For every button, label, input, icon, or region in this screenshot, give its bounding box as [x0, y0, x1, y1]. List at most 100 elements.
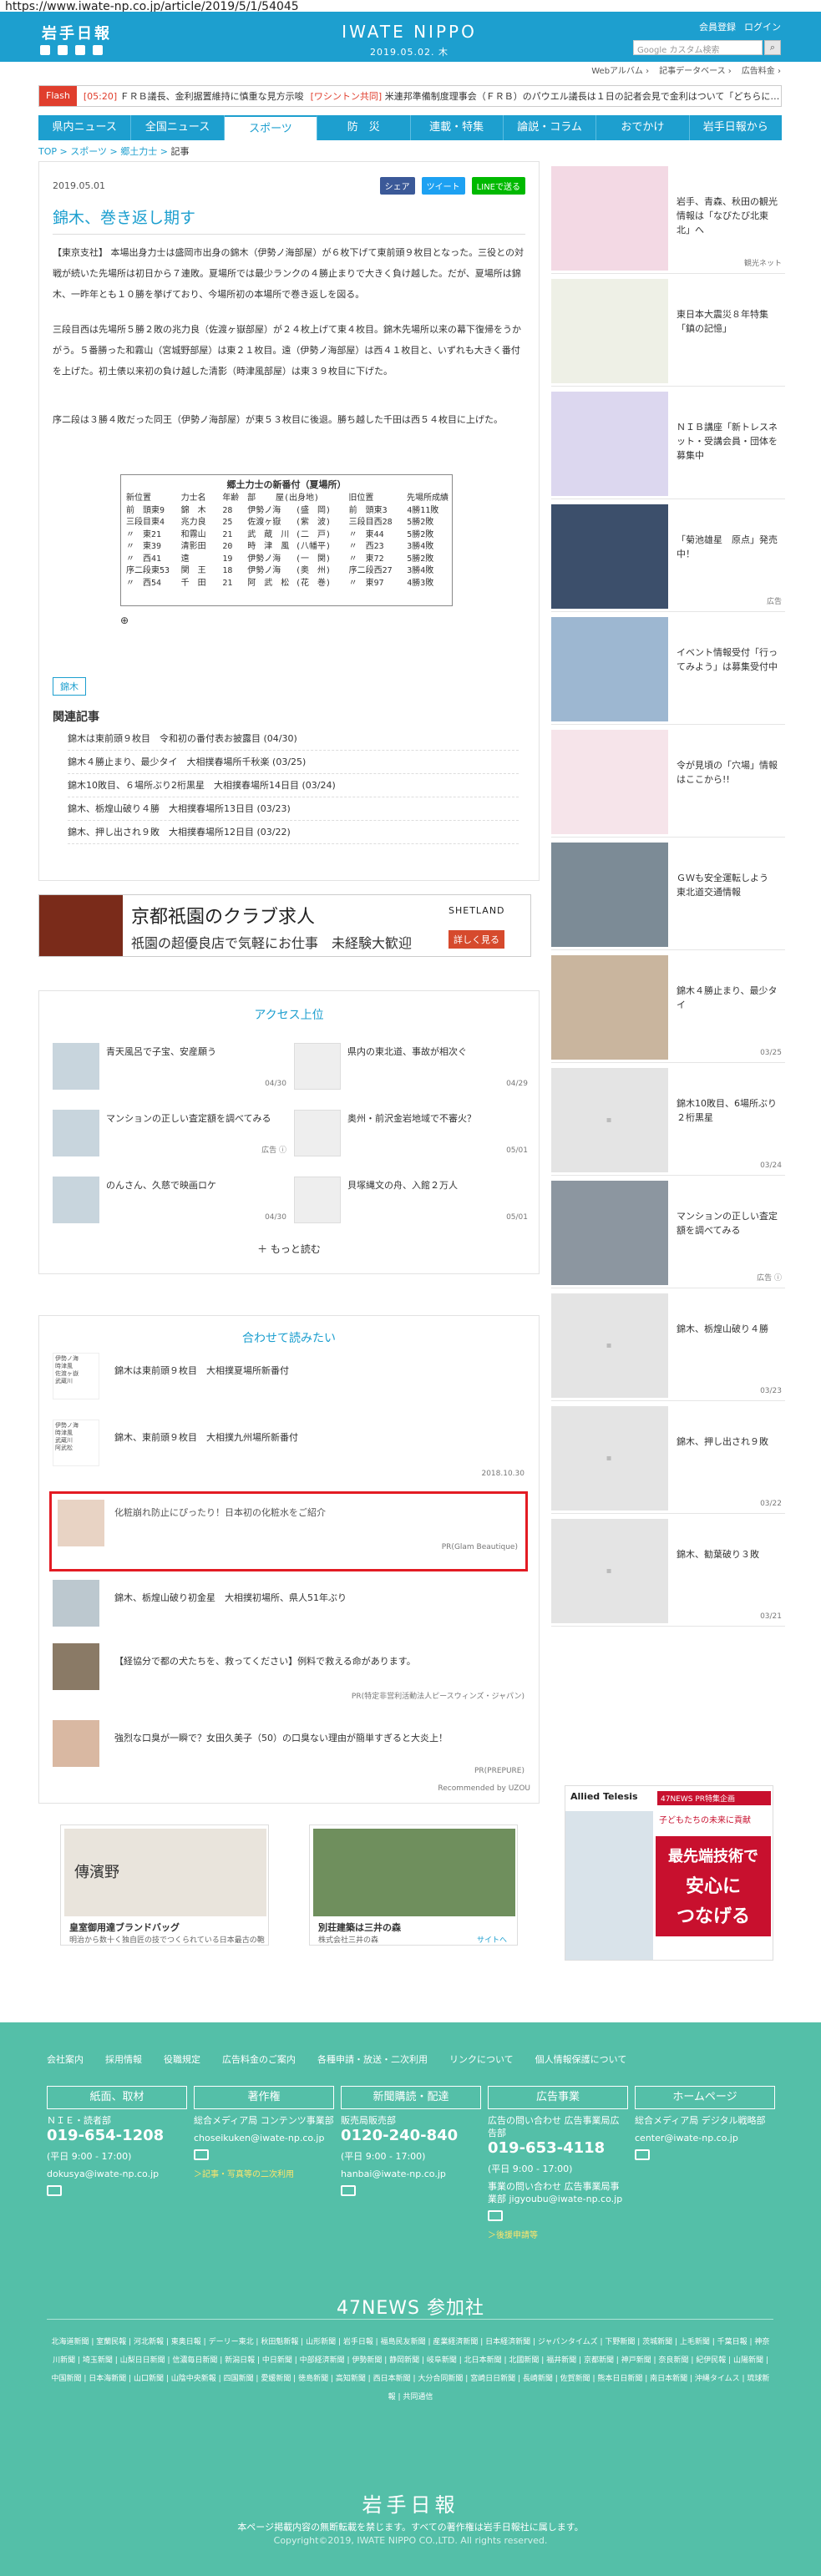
- related-link[interactable]: 錦木、押し出され９敗 大相撲春場所12日目 (03/22): [68, 821, 519, 844]
- footer-sublink[interactable]: ＞後援申請等: [488, 2228, 628, 2240]
- more-button[interactable]: ＋ もっと読む: [39, 1242, 539, 1256]
- sidebar-item[interactable]: イベント情報受付「行ってみよう」は募集受付中: [551, 612, 785, 725]
- related-link[interactable]: 錦木４勝止まり、最少タイ 大相撲春場所千秋楽 (03/25): [68, 751, 519, 774]
- sidebar-item[interactable]: ＧＷも安全運転しよう 東北道交通情報: [551, 838, 785, 950]
- banzuke-table: 郷土力士の新番付（夏場所） 新位置 力士名 年齢 部 屋(出身地) 旧位置 先場…: [120, 474, 453, 606]
- footer-phone[interactable]: 019-653-4118: [488, 2139, 628, 2158]
- access-item[interactable]: のんさん、久慈で映画ロケ 04/30: [53, 1172, 286, 1223]
- sidebar-item[interactable]: ▪ 錦木、栃煌山破り４勝 03/23: [551, 1288, 785, 1401]
- sidebar-item[interactable]: マンションの正しい査定額を調べてみる 広告 ⓘ: [551, 1176, 785, 1288]
- sidebar-item[interactable]: ＮＩＢ講座「新トレスネット・受講会員・団体を募集中: [551, 387, 785, 499]
- footer-link[interactable]: 会社案内: [47, 2052, 84, 2066]
- search-input[interactable]: Google カスタム検索: [633, 40, 763, 55]
- nav-item-national[interactable]: 全国ニュース: [131, 115, 225, 140]
- ad-card[interactable]: 別荘建築は三井の森 株式会社三井の森 サイトへ: [309, 1824, 518, 1946]
- nav-item-series[interactable]: 連載・特集: [411, 115, 504, 140]
- nav-item-outing[interactable]: おでかけ: [596, 115, 690, 140]
- sidebar-item[interactable]: 岩手、青森、秋田の観光情報は「なびたび北東北」へ 観光ネット: [551, 161, 785, 274]
- sidebar-item[interactable]: 錦木４勝止まり、最少タイ 03/25: [551, 950, 785, 1063]
- article-db-link[interactable]: 記事データベース ›: [659, 63, 732, 76]
- recommend-item[interactable]: 伊勢ノ海 時津風 武蔵川 阿武松 錦木、東前頭９枚目 大相撲九州場所新番付 2018.10…: [53, 1420, 525, 1478]
- ad-site-link[interactable]: サイトへ: [477, 1934, 507, 1945]
- nav-item-disaster[interactable]: 防 災: [317, 115, 411, 140]
- footer-link[interactable]: 採用情報: [105, 2052, 142, 2066]
- logo-en[interactable]: IWATE NIPPO: [326, 22, 493, 42]
- breadcrumb-sports[interactable]: スポーツ: [70, 146, 107, 157]
- sidebar-item[interactable]: 東日本大震災８年特集「鎮の記憶」: [551, 274, 785, 387]
- recommend-item[interactable]: 【経協分で都の犬たちを、救ってください】例料で救える命があります。 PR(特定非営…: [53, 1643, 525, 1707]
- footer-phone[interactable]: 0120-240-840: [341, 2127, 481, 2145]
- tweet-button[interactable]: ツイート: [421, 177, 465, 195]
- related-link[interactable]: 錦木、栃煌山破り４勝 大相撲春場所13日目 (03/23): [68, 797, 519, 821]
- login-link[interactable]: ログイン: [744, 20, 781, 33]
- footer-email[interactable]: center@iwate-np.co.jp: [635, 2132, 775, 2144]
- facebook-icon[interactable]: [58, 45, 68, 55]
- recommend-ad-highlighted[interactable]: 化粧崩れ防止にぴったり！日本初の化粧水をご紹介 PR(Glam Beautique…: [49, 1491, 528, 1571]
- footer-link[interactable]: 役職規定: [164, 2052, 200, 2066]
- line-share-button[interactable]: LINEで送る: [471, 177, 525, 195]
- access-item[interactable]: 奥州・前沢金岩地域で不審火？ 05/01: [294, 1105, 528, 1156]
- search-icon[interactable]: ⌕: [764, 40, 781, 55]
- recommend-item[interactable]: 錦木、栃煌山破り初金星 大相撲初場所、県人51年ぶり: [53, 1580, 525, 1630]
- breadcrumb-category[interactable]: 郷土力士: [120, 146, 157, 157]
- footer-link[interactable]: 個人情報保護について: [535, 2052, 627, 2066]
- flash-ticker[interactable]: Flash [05:20] ＦＲＢ議長、金利据置維持に慎重な見方示唆 [ワシント…: [38, 85, 782, 107]
- mail-icon[interactable]: [488, 2210, 503, 2221]
- sidebar-item[interactable]: ▪ 錦木10敗目、6場所ぶり２桁黒星 03/24: [551, 1063, 785, 1176]
- footer-email[interactable]: dokusya@iwate-np.co.jp: [47, 2168, 187, 2180]
- recommend-item[interactable]: 強烈な口臭が一瞬で？女田久美子（50）の口臭ない理由が簡単すぎると大炎上！ PR(…: [53, 1720, 525, 1779]
- footer-link[interactable]: リンクについて: [449, 2052, 514, 2066]
- member-papers[interactable]: 北海道新聞 | 室蘭民報 | 河北新報 | 東奥日報 | デーリー東北 | 秋田…: [50, 2333, 771, 2406]
- nav-item-sports[interactable]: スポーツ: [224, 115, 318, 140]
- mail-icon[interactable]: [341, 2185, 356, 2196]
- mail-icon[interactable]: [47, 2185, 62, 2196]
- footer-notice: 本ページ掲載内容の無断転載を禁じます。すべての著作権は岩手日報社に属します。: [237, 2522, 584, 2533]
- ad-banner[interactable]: 京都祇園のクラブ求人 祇園の超優良店で気軽にお仕事 未経験大歓迎 SHETLAN…: [38, 894, 531, 957]
- access-item[interactable]: 県内の東北道、事故が相次ぐ 04/29: [294, 1038, 528, 1090]
- instagram-icon[interactable]: [93, 45, 103, 55]
- related-link[interactable]: 錦木10敗目、６場所ぶり2桁黒星 大相撲春場所14日目 (03/24): [68, 774, 519, 797]
- footer-link[interactable]: 各種申請・放送・二次利用: [317, 2052, 428, 2066]
- member-register-link[interactable]: 会員登録: [699, 20, 736, 33]
- footer-link[interactable]: 広告料金のご案内: [222, 2052, 296, 2066]
- related-link[interactable]: 錦木は東前頭９枚目 令和初の番付表お披露目 (04/30): [68, 727, 519, 751]
- access-item-date: 05/01: [506, 1213, 528, 1222]
- footer-phone[interactable]: 019-654-1208: [47, 2127, 187, 2145]
- footer-email[interactable]: choseikuken@iwate-np.co.jp: [194, 2132, 334, 2144]
- flash-text[interactable]: 米連邦準備制度理事会（ＦＲＢ）のパウエル議長は１日の記者会見で金利はついて「どち…: [385, 91, 780, 102]
- zoom-icon[interactable]: ⊕: [120, 615, 129, 626]
- access-item[interactable]: マンションの正しい査定額を調べてみる 広告 ⓘ: [53, 1105, 286, 1156]
- ad-more-button[interactable]: 詳しく見る: [449, 930, 504, 949]
- access-item[interactable]: 貝塚縄文の舟、入館２万人 05/01: [294, 1172, 528, 1223]
- sidebar-item[interactable]: 令が見頃の「穴場」情報はここから!!: [551, 725, 785, 838]
- web-album-link[interactable]: Webアルバム ›: [591, 63, 649, 76]
- side-ad[interactable]: Allied Telesis 47NEWS PR特集企画 子どもたちの未来に貢献…: [565, 1785, 773, 1961]
- twitter-icon[interactable]: [40, 45, 50, 55]
- logo-jp[interactable]: 岩手日報: [42, 22, 112, 43]
- access-item-date: 04/30: [265, 1080, 286, 1088]
- ad-card[interactable]: 傳濱野 皇室御用達ブランドバッグ 明治から数十く独自匠の技でつくられている日本最…: [60, 1824, 269, 1946]
- nav-item-from-nippo[interactable]: 岩手日報から: [690, 115, 782, 140]
- sidebar-item[interactable]: ▪ 錦木、勧葉破り３敗 03/21: [551, 1514, 785, 1627]
- nav-item-local[interactable]: 県内ニュース: [38, 115, 132, 140]
- flash-text[interactable]: ＦＲＢ議長、金利据置維持に慎重な見方示唆: [120, 91, 304, 102]
- table-cell: 3勝4敗: [407, 542, 434, 551]
- line-icon[interactable]: [75, 45, 85, 55]
- ad-logo: 傳濱野: [74, 1864, 119, 1881]
- sidebar-item[interactable]: ▪ 錦木、押し出され９敗 03/22: [551, 1401, 785, 1514]
- recommend-item-title: 錦木、東前頭９枚目 大相撲九州場所新番付: [114, 1432, 298, 1443]
- footer-sublink[interactable]: ＞記事・写真等の二次利用: [194, 2167, 334, 2179]
- nav-item-column[interactable]: 論説・コラム: [504, 115, 597, 140]
- article-tag[interactable]: 錦木: [53, 677, 86, 696]
- breadcrumb-top[interactable]: TOP: [38, 146, 57, 157]
- facebook-share-button[interactable]: シェア: [379, 177, 415, 195]
- recommend-item[interactable]: 伊勢ノ海 時津風 佐渡ヶ嶽 武蔵川 錦木は東前頭９枚目 大相撲夏場所新番付: [53, 1353, 525, 1403]
- access-item[interactable]: 青天風呂で子宝、安産願う 04/30: [53, 1038, 286, 1090]
- ad-rates-link[interactable]: 広告料金 ›: [742, 63, 781, 76]
- footer-email[interactable]: hanbai@iwate-np.co.jp: [341, 2168, 481, 2180]
- sidebar-item[interactable]: 「菊池雄星 原点」発売中！ 広告: [551, 499, 785, 612]
- mail-icon[interactable]: [635, 2149, 650, 2160]
- footer-email[interactable]: 事業の問い合わせ 広告事業局事業部 jigyoubu@iwate-np.co.j…: [488, 2180, 628, 2205]
- mail-icon[interactable]: [194, 2149, 209, 2160]
- table-row: 〃 東39 清影田 20 時 津 風 (八幡平) 〃 西23 3勝4敗: [126, 541, 447, 554]
